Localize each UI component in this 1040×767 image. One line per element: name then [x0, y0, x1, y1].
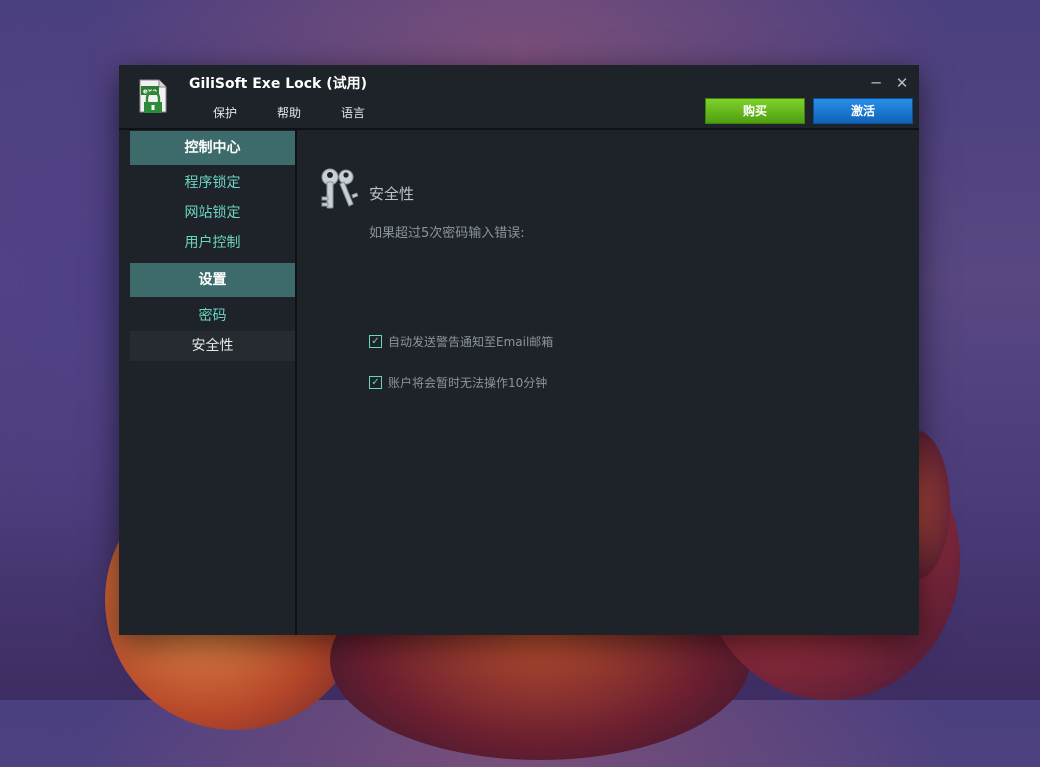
title-bar: exe GiliSoft Exe Lock (试用) 保护 帮助 语言 ─ ✕ …: [119, 65, 919, 130]
sidebar-header-control-center: 控制中心: [130, 131, 295, 165]
section-description: 如果超过5次密码输入错误:: [369, 226, 525, 241]
app-title: GiliSoft Exe Lock (试用): [189, 76, 368, 92]
option-email-alert[interactable]: ✓ 自动发送警告通知至Email邮箱: [369, 333, 553, 350]
menu-language[interactable]: 语言: [341, 104, 365, 121]
lock-account-label: 账户将会暂时无法操作10分钟: [388, 376, 548, 390]
minimize-button[interactable]: ─: [867, 74, 885, 92]
lock-account-checkbox[interactable]: ✓: [369, 376, 382, 389]
activate-button[interactable]: 激活: [813, 98, 913, 124]
content-panel: 安全性 如果超过5次密码输入错误: ✓ 自动发送警告通知至Email邮箱 ✓ 账…: [297, 130, 919, 635]
keys-icon: [321, 168, 359, 209]
sidebar-item-user-control[interactable]: 用户控制: [130, 228, 295, 258]
email-alert-label: 自动发送警告通知至Email邮箱: [388, 335, 554, 349]
sidebar-header-settings: 设置: [130, 263, 295, 297]
sidebar-item-program-lock[interactable]: 程序锁定: [130, 168, 295, 198]
app-window: exe GiliSoft Exe Lock (试用) 保护 帮助 语言 ─ ✕ …: [119, 65, 919, 635]
section-title: 安全性: [369, 185, 415, 203]
email-alert-checkbox[interactable]: ✓: [369, 335, 382, 348]
sidebar: 控制中心 程序锁定 网站锁定 用户控制 设置 密码 安全性: [119, 130, 297, 635]
sidebar-item-password[interactable]: 密码: [130, 301, 295, 331]
buy-button[interactable]: 购买: [705, 98, 805, 124]
sidebar-item-website-lock[interactable]: 网站锁定: [130, 198, 295, 228]
option-lock-account[interactable]: ✓ 账户将会暂时无法操作10分钟: [369, 374, 547, 391]
menu-help[interactable]: 帮助: [277, 104, 301, 121]
menu-protect[interactable]: 保护: [213, 104, 237, 121]
sidebar-item-security[interactable]: 安全性: [130, 331, 295, 361]
menu-bar: 保护 帮助 语言: [213, 104, 405, 121]
exe-lock-logo-icon: exe: [139, 79, 167, 113]
close-button[interactable]: ✕: [893, 74, 911, 92]
